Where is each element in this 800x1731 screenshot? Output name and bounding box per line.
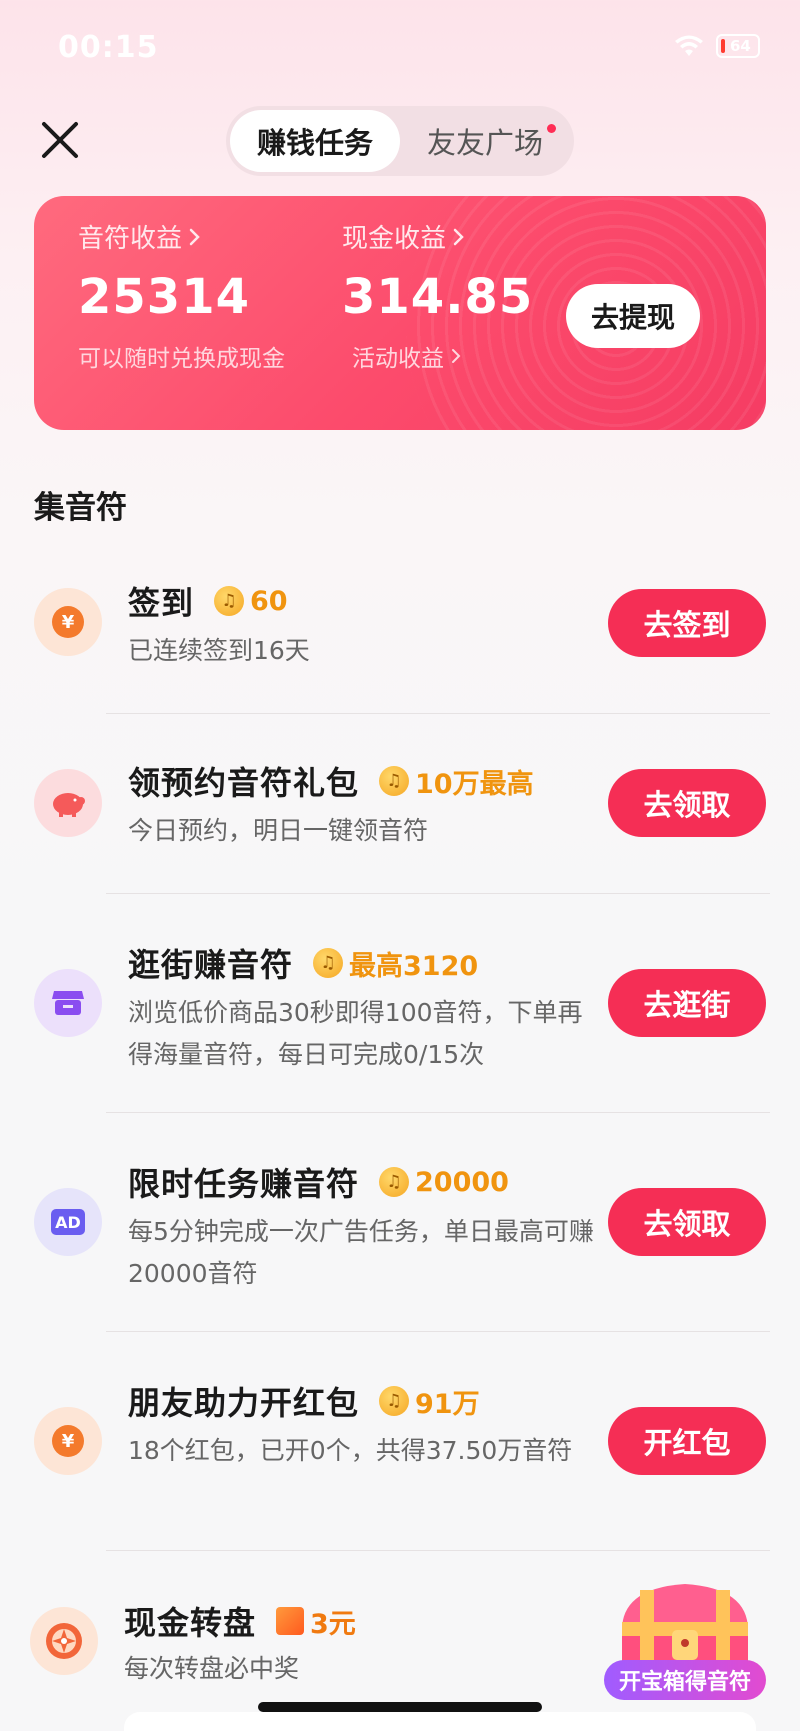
reward: ♫ 最高3120: [313, 944, 478, 983]
reward: ♫ 20000: [379, 1167, 509, 1198]
piggy-bank-icon: [34, 769, 102, 837]
music-note-coin-icon: ♫: [313, 948, 344, 978]
tab-earn-tasks[interactable]: 赚钱任务: [230, 110, 400, 172]
claim-button[interactable]: 去领取: [608, 769, 766, 837]
section-title: 集音符: [34, 490, 127, 526]
battery-icon: 64: [716, 34, 760, 58]
task-title: 限时任务赚音符: [128, 1165, 360, 1203]
tab-label: 友友广场: [426, 126, 543, 160]
cash-earnings-label: 现金收益: [342, 218, 533, 255]
task-desc: 浏览低价商品30秒即得100音符，下单再得海量音符，每日可完成0/15次: [128, 998, 583, 1069]
home-indicator: [258, 1702, 542, 1712]
status-icons: 64: [674, 34, 760, 58]
reward-text: 20000: [415, 1166, 509, 1198]
reward-text: 91万: [415, 1388, 480, 1420]
task-title: 现金转盘: [124, 1604, 257, 1642]
divider: [106, 1112, 770, 1113]
divider: [106, 1550, 770, 1551]
tab-friends-square[interactable]: 友友广场: [400, 110, 570, 172]
chevron-right-icon: [189, 228, 200, 245]
task-desc: 今日预约，明日一键领音符: [128, 816, 429, 845]
reward: ♫ 60: [214, 586, 288, 617]
task-desc: 每5分钟完成一次广告任务，单日最高可赚20000音符: [128, 1217, 594, 1288]
wifi-icon: [675, 35, 703, 56]
open-red-packet-button[interactable]: 开红包: [608, 1407, 766, 1475]
task-title: 领预约音符礼包: [128, 764, 360, 802]
music-note-coin-icon: ♫: [379, 1167, 410, 1197]
note-earnings-value: 25314: [78, 269, 250, 325]
task-desc: 已连续签到16天: [128, 636, 310, 665]
music-note-coin-icon: ♫: [379, 766, 410, 796]
divider: [106, 1331, 770, 1332]
earnings-card: 音符收益 25314 可以随时兑换成现金 现金收益 314.85 活动收益 去提…: [34, 196, 766, 430]
withdraw-button[interactable]: 去提现: [566, 284, 700, 348]
reward-text: 60: [250, 585, 288, 617]
status-time: 00:15: [58, 30, 159, 65]
status-bar: 00:15 64: [0, 0, 800, 100]
close-icon[interactable]: [38, 118, 82, 162]
note-earnings-sub: 可以随时兑换成现金: [78, 346, 285, 372]
task-desc: 每次转盘必中奖: [124, 1654, 300, 1683]
reward-text: 10万最高: [415, 768, 534, 800]
tab-switch: 赚钱任务 友友广场: [226, 106, 574, 176]
cash-earnings[interactable]: 现金收益 314.85 活动收益: [342, 218, 533, 373]
tab-label: 赚钱任务: [256, 126, 373, 160]
treasure-label[interactable]: 开宝箱得音符: [604, 1660, 766, 1700]
reward: ♫ 91万: [379, 1382, 480, 1421]
task-desc: 18个红包，已开0个，共得37.50万音符: [128, 1436, 573, 1465]
task-title: 逛街赚音符: [128, 946, 294, 984]
notification-dot: [547, 124, 556, 133]
reward-text: 3元: [310, 1608, 356, 1640]
activity-earnings-link[interactable]: 活动收益: [342, 339, 533, 373]
svg-text:¥: ¥: [62, 612, 75, 633]
yen-coin-icon: ¥: [34, 1407, 102, 1475]
reward-text: 最高3120: [349, 950, 479, 982]
checkin-button[interactable]: 去签到: [608, 589, 766, 657]
note-earnings[interactable]: 音符收益 25314 可以随时兑换成现金: [78, 218, 285, 373]
cash-earnings-value: 314.85: [342, 269, 534, 325]
cash-icon: [276, 1607, 305, 1635]
go-shopping-button[interactable]: 去逛街: [608, 969, 766, 1037]
music-note-coin-icon: ♫: [214, 586, 245, 616]
reward: ♫ 10万最高: [379, 762, 534, 801]
ad-icon: AD: [34, 1188, 102, 1256]
reward: 3元: [276, 1602, 356, 1641]
store-icon: [34, 969, 102, 1037]
yen-coin-icon: ¥: [34, 588, 102, 656]
bottom-card: [124, 1712, 756, 1731]
chevron-right-icon: [453, 228, 464, 245]
divider: [106, 893, 770, 894]
note-earnings-label: 音符收益: [78, 218, 285, 255]
music-note-coin-icon: ♫: [379, 1386, 410, 1416]
claim-button[interactable]: 去领取: [608, 1188, 766, 1256]
task-title: 朋友助力开红包: [128, 1384, 360, 1422]
svg-text:¥: ¥: [62, 1431, 75, 1452]
divider: [106, 713, 770, 714]
wheel-icon: [30, 1607, 98, 1675]
task-title: 签到: [128, 584, 195, 622]
chevron-right-icon: [452, 349, 461, 363]
